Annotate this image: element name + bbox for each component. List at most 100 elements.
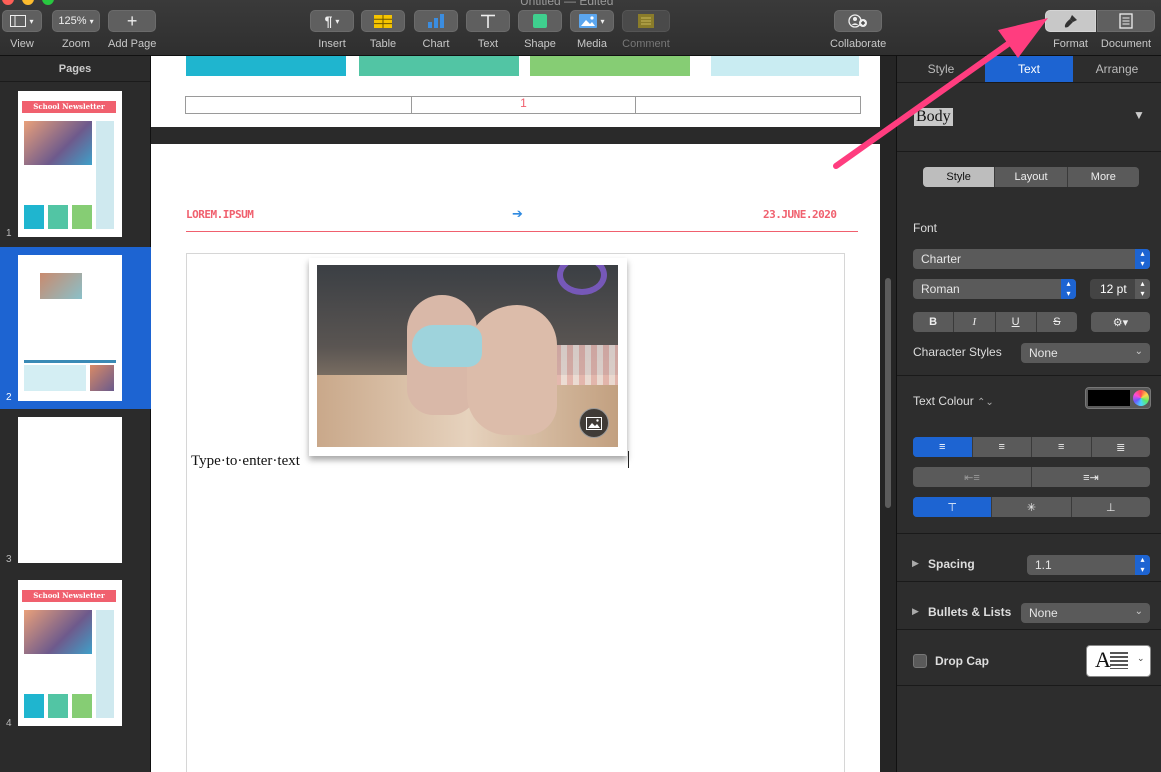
thumb-side-column <box>96 610 114 718</box>
spacing-select[interactable]: 1.1 ▴ ▾ <box>1027 555 1150 575</box>
shape-icon <box>533 14 547 28</box>
tab-text[interactable]: Text <box>985 56 1073 82</box>
inline-image-frame[interactable] <box>309 258 627 456</box>
placeholder-text[interactable]: Type·to·enter·text <box>191 453 300 470</box>
disclosure-triangle-icon[interactable]: ▶ <box>912 558 919 569</box>
page-number: 1 <box>6 228 12 239</box>
strikethrough-button[interactable]: S <box>1037 312 1077 332</box>
table-tool[interactable]: Table <box>361 10 405 50</box>
table-cell[interactable]: 1 <box>412 97 636 113</box>
align-left-button[interactable]: ≡ <box>913 437 973 457</box>
size-stepper-icon[interactable]: ▴ ▾ <box>1135 279 1150 299</box>
font-family-select[interactable]: Charter ▴ ▾ <box>913 249 1150 269</box>
zoom-value: 125% <box>58 15 87 27</box>
chart-tool[interactable]: Chart <box>414 10 458 50</box>
table-cell[interactable] <box>186 97 412 113</box>
align-center-button[interactable]: ≡ <box>973 437 1032 457</box>
align-bottom-button[interactable]: ⊥ <box>1072 497 1150 517</box>
thumb-photo <box>24 610 92 654</box>
page-thumbnail-4[interactable]: School Newsletter 4 <box>0 575 151 737</box>
increase-indent-button[interactable]: ≡⇥ <box>1032 467 1150 487</box>
font-family-value: Charter <box>921 252 962 266</box>
subtab-style[interactable]: Style <box>923 167 996 187</box>
table-label: Table <box>369 38 397 50</box>
page-thumbnail-2[interactable]: 2 <box>0 247 151 409</box>
page-thumbnail-1[interactable]: School Newsletter 1 <box>0 83 151 245</box>
thumb-side-column <box>96 121 114 229</box>
zoom-window-button[interactable] <box>42 0 54 5</box>
chevron-down-icon: ⌄ <box>1134 346 1143 357</box>
subtab-more[interactable]: More <box>1068 167 1139 187</box>
alignment-buttons: ≡ ≡ ≡ ≣ <box>913 437 1150 457</box>
chevron-down-icon: ⌄ <box>1137 653 1145 663</box>
comment-label: Comment <box>622 38 670 50</box>
scrollbar-thumb[interactable] <box>885 278 891 508</box>
paragraph-style-name[interactable]: Body <box>914 108 953 126</box>
comment-tool[interactable]: Comment <box>622 10 670 50</box>
disclosure-triangle-icon[interactable]: ▶ <box>912 606 919 617</box>
collaborate-tool[interactable]: Collaborate <box>830 10 886 50</box>
photo-icon <box>586 416 602 430</box>
replace-image-button[interactable] <box>579 408 609 438</box>
drop-cap-checkbox[interactable] <box>913 654 927 668</box>
italic-button[interactable]: I <box>954 312 996 332</box>
underline-button[interactable]: U <box>996 312 1037 332</box>
minimize-window-button[interactable] <box>22 0 34 5</box>
chevron-down-icon: ▾ <box>335 16 340 26</box>
close-window-button[interactable] <box>2 0 14 5</box>
colour-wheel-icon[interactable] <box>1133 390 1149 406</box>
font-section-label: Font <box>913 221 938 235</box>
document-tool[interactable]: Document <box>1097 10 1155 50</box>
bold-button[interactable]: B <box>913 312 955 332</box>
page-thumbnail-3[interactable]: 3 <box>0 411 151 573</box>
decrease-indent-button[interactable]: ⇤≡ <box>913 467 1032 487</box>
canvas-scrollbar[interactable] <box>880 56 896 772</box>
typeface-value: Roman <box>921 282 960 296</box>
font-size-field[interactable]: 12 pt ▴ ▾ <box>1090 279 1150 299</box>
thumb-swatch <box>24 694 44 718</box>
drop-cap-style-picker[interactable]: A ⌄ <box>1086 645 1151 677</box>
spacing-section[interactable]: ▶ Spacing 1.1 ▴ ▾ <box>897 534 1161 582</box>
drop-cap-preview-letter: A <box>1095 647 1111 672</box>
view-tool[interactable]: ▾ View <box>2 10 42 50</box>
text-colour-well[interactable] <box>1085 387 1151 409</box>
page-thumbnail-image: School Newsletter <box>18 91 122 237</box>
outdent-icon: ⇤≡ <box>964 471 980 484</box>
subtab-layout[interactable]: Layout <box>995 167 1068 187</box>
chart-icon <box>428 14 444 28</box>
insert-tool[interactable]: ¶ ▾ Insert <box>310 10 354 50</box>
plus-icon: + <box>126 11 138 31</box>
zoom-tool[interactable]: 125% ▾ Zoom <box>52 10 100 50</box>
shape-tool[interactable]: Shape <box>518 10 562 50</box>
justify-button[interactable]: ≣ <box>1092 437 1151 457</box>
advanced-options-button[interactable]: ⚙▾ <box>1091 312 1150 332</box>
window-title: Untitled — Edited <box>520 0 614 8</box>
text-box-icon <box>481 14 495 28</box>
add-page-tool[interactable]: + Add Page <box>108 10 156 50</box>
page-thumbnail-image: School Newsletter <box>18 580 122 726</box>
text-cursor <box>628 451 629 468</box>
align-right-button[interactable]: ≡ <box>1032 437 1092 457</box>
thumb-swatch <box>48 205 68 229</box>
page-header-right[interactable]: 23.JUNE.2020 <box>763 208 837 221</box>
gear-icon: ⚙▾ <box>1112 316 1129 329</box>
text-tool[interactable]: Text <box>466 10 510 50</box>
bullets-section[interactable]: ▶ Bullets & Lists None ⌄ <box>897 582 1161 630</box>
document-canvas[interactable]: 1 LOREM.IPSUM ➔ 23.JUNE.2020 Type·to·ent… <box>151 56 880 772</box>
table-cell[interactable] <box>636 97 860 113</box>
align-top-button[interactable]: ⊤ <box>913 497 993 517</box>
character-styles-label: Character Styles <box>913 345 1002 359</box>
media-tool[interactable]: ▾ Media <box>570 10 614 50</box>
bullets-value: None <box>1029 606 1058 620</box>
character-styles-select[interactable]: None ⌄ <box>1021 343 1150 363</box>
typeface-select[interactable]: Roman ▴ ▾ <box>913 279 1076 299</box>
bullets-select[interactable]: None ⌄ <box>1021 603 1150 623</box>
tab-arrange[interactable]: Arrange <box>1073 56 1161 82</box>
paragraph-style-dropdown-icon[interactable]: ▼ <box>1133 108 1145 122</box>
format-tool[interactable]: Format <box>1045 10 1096 50</box>
text-colour-label[interactable]: Text Colour ⌃⌄ <box>913 394 994 408</box>
page1-footer-table[interactable]: 1 <box>185 96 861 114</box>
page-header-left[interactable]: LOREM.IPSUM <box>186 208 254 221</box>
tab-style[interactable]: Style <box>897 56 985 82</box>
align-middle-button[interactable]: ✳ <box>992 497 1072 517</box>
